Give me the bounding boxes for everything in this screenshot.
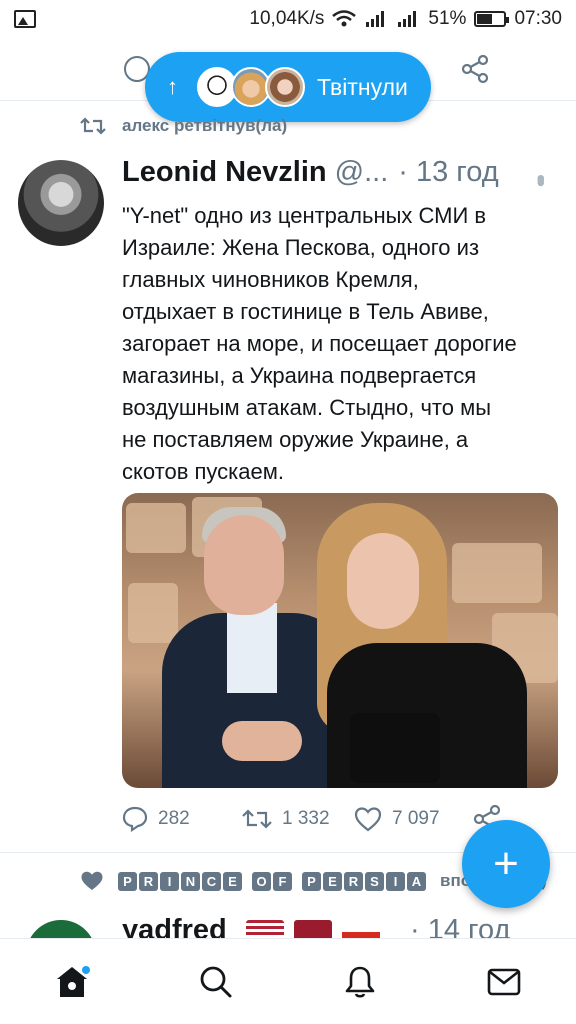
flag-icon <box>342 920 380 938</box>
reply-button[interactable]: 282 <box>122 806 242 832</box>
liker-name-letter: A <box>407 871 426 891</box>
like-count: 7 097 <box>392 808 440 829</box>
like-icon <box>354 807 382 832</box>
tweet-timestamp[interactable]: · 13 год <box>398 156 498 189</box>
gallery-notification-icon <box>14 10 36 28</box>
notification-dot <box>82 965 90 974</box>
liker-name-letter: R <box>139 871 158 891</box>
signal-icon-2 <box>398 11 417 27</box>
us-flag-icon <box>246 920 284 938</box>
avatar[interactable] <box>26 920 96 938</box>
name-emoji-flags <box>246 920 380 938</box>
liker-name-letter <box>294 872 300 891</box>
liker-name-letter: E <box>223 871 242 891</box>
liker-name-letter: O <box>252 871 271 891</box>
search-icon <box>200 966 232 997</box>
retweet-count: 1 332 <box>282 808 330 829</box>
liker-name-letter: S <box>365 871 384 891</box>
liker-name-letter: F <box>273 871 292 891</box>
arrow-up-icon: ↑ <box>167 74 178 99</box>
author-name[interactable]: yadfred <box>122 914 227 938</box>
tweet-photo[interactable] <box>122 493 558 788</box>
next-tweet[interactable]: yadfred · 14 год <box>0 912 576 938</box>
retweet-button[interactable]: 1 332 <box>242 808 354 830</box>
liker-name-letter: E <box>323 871 342 891</box>
flag-icon <box>294 920 332 938</box>
tweet-timestamp[interactable]: · 14 год <box>410 914 510 938</box>
clock: 07:30 <box>514 8 562 29</box>
avatar[interactable] <box>18 160 104 246</box>
retweet-icon <box>80 117 106 135</box>
battery-icon <box>474 11 510 27</box>
more-options-icon[interactable]: ••• <box>526 174 554 181</box>
retweet-context[interactable]: алекс ретвітнув(ла) <box>80 116 287 136</box>
status-bar: 10,04K/s 51% 07:30 <box>0 0 576 38</box>
reply-icon <box>122 806 148 832</box>
avatar <box>265 67 305 107</box>
plus-icon: + <box>493 839 519 888</box>
bottom-navigation <box>0 938 576 1024</box>
signal-icon-1 <box>366 11 385 27</box>
tweet-header: Leonid Nevzlin @... · 13 год ••• <box>122 156 554 189</box>
liker-name-letter: R <box>344 871 363 891</box>
liker-name-letter: P <box>302 871 321 891</box>
liker-name-letter: I <box>160 871 179 891</box>
liker-name-letter: P <box>118 871 137 891</box>
share-icon[interactable] <box>460 54 490 84</box>
bell-icon <box>345 966 375 998</box>
new-tweets-pill[interactable]: ↑ Твітнули <box>145 52 431 122</box>
retweet-context-text: алекс ретвітнув(ла) <box>122 116 288 135</box>
compose-tweet-button[interactable]: + <box>462 820 550 908</box>
pill-label: Твітнули <box>317 73 408 100</box>
nav-search[interactable] <box>186 952 246 1012</box>
wifi-icon <box>332 10 357 27</box>
nav-home[interactable] <box>42 952 102 1012</box>
pill-avatars <box>197 67 305 107</box>
like-button[interactable]: 7 097 <box>354 806 464 832</box>
liker-name-letter: C <box>202 871 221 891</box>
liker-name-letter: N <box>181 871 200 891</box>
battery-percent: 51% <box>428 8 467 29</box>
tweet-text: "Y-net" одно из центральных СМИ в Израил… <box>122 203 517 484</box>
author-handle[interactable]: @... <box>335 156 389 189</box>
heart-filled-icon <box>81 871 103 890</box>
liker-name-letter: I <box>386 871 405 891</box>
network-speed: 10,04K/s <box>249 8 325 29</box>
author-name[interactable]: Leonid Nevzlin <box>122 156 327 189</box>
liker-name: PRINCEOFPERSIA <box>118 871 426 891</box>
nav-notifications[interactable] <box>330 952 390 1012</box>
reply-count: 282 <box>158 808 190 829</box>
nav-messages[interactable] <box>474 952 534 1012</box>
mail-icon <box>487 968 521 995</box>
liker-name-letter <box>244 872 250 891</box>
retweet-icon <box>242 809 272 829</box>
